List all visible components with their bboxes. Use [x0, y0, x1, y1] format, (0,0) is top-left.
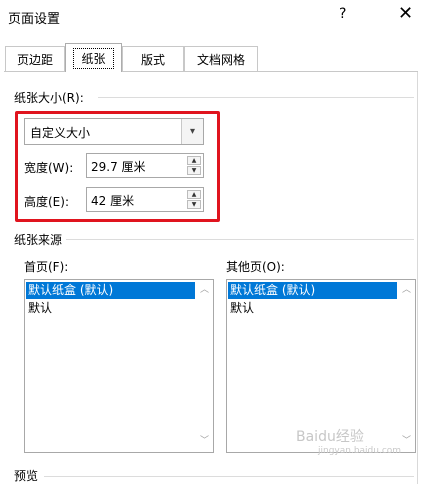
chevron-down-icon[interactable]: ﹀ [196, 433, 213, 450]
preview-group-line [44, 476, 414, 477]
height-up-icon[interactable]: ▲ [187, 190, 201, 199]
list-item[interactable]: 默认 [26, 300, 195, 317]
paper-size-group-label: 纸张大小(R): [14, 91, 84, 105]
tab-layout[interactable]: 版式 [122, 46, 184, 71]
width-value[interactable]: 29.7 厘米 [91, 158, 146, 175]
tab-document-grid[interactable]: 文档网格 [184, 46, 258, 71]
paper-size-value: 自定义大小 [30, 126, 91, 140]
tab-paper-label: 纸张 [73, 47, 114, 69]
watermark-url: jingyan.baidu.com [318, 446, 402, 456]
width-stepper[interactable]: 29.7 厘米 ▲ ▼ [86, 153, 204, 178]
chevron-up-icon[interactable]: ︿ [196, 282, 213, 299]
tab-layout-label: 版式 [140, 52, 165, 67]
list-item[interactable]: 默认纸盒 (默认) [26, 282, 195, 299]
first-page-label: 首页(F): [24, 260, 69, 274]
height-label: 高度(E): [24, 195, 69, 209]
chevron-down-icon[interactable]: ▾ [181, 119, 203, 144]
preview-group-label: 预览 [14, 469, 39, 483]
chevron-up-icon[interactable]: ︿ [398, 282, 415, 299]
dialog-title: 页面设置 [8, 12, 61, 27]
tab-document-grid-label: 文档网格 [196, 52, 245, 67]
other-pages-label: 其他页(O): [226, 260, 285, 274]
tab-paper[interactable]: 纸张 [65, 43, 122, 72]
width-up-icon[interactable]: ▲ [187, 156, 201, 165]
tab-margins-label: 页边距 [16, 52, 53, 67]
paper-source-group-line [66, 239, 414, 240]
list-item[interactable]: 默认 [228, 300, 397, 317]
height-down-icon[interactable]: ▼ [187, 200, 201, 209]
width-down-icon[interactable]: ▼ [187, 166, 201, 175]
other-pages-scrollbar[interactable]: ︿ ﹀ [398, 280, 415, 452]
paper-size-group-line [98, 97, 414, 98]
height-value[interactable]: 42 厘米 [91, 192, 134, 209]
close-button[interactable]: ✕ [398, 3, 413, 24]
width-label: 宽度(W): [24, 161, 74, 175]
title-bar [0, 0, 427, 34]
paper-source-group-label: 纸张来源 [14, 233, 63, 247]
paper-size-dropdown[interactable]: 自定义大小 ▾ [24, 118, 204, 145]
help-button[interactable]: ? [339, 6, 346, 22]
watermark-logo: Baidu经验 [296, 429, 364, 445]
first-page-list[interactable]: 默认纸盒 (默认) 默认 ︿ ﹀ [24, 279, 214, 453]
pane-border [417, 72, 418, 484]
height-stepper[interactable]: 42 厘米 ▲ ▼ [86, 187, 204, 212]
list-item[interactable]: 默认纸盒 (默认) [228, 282, 397, 299]
first-page-scrollbar[interactable]: ︿ ﹀ [196, 280, 213, 452]
tab-margins[interactable]: 页边距 [5, 46, 65, 71]
